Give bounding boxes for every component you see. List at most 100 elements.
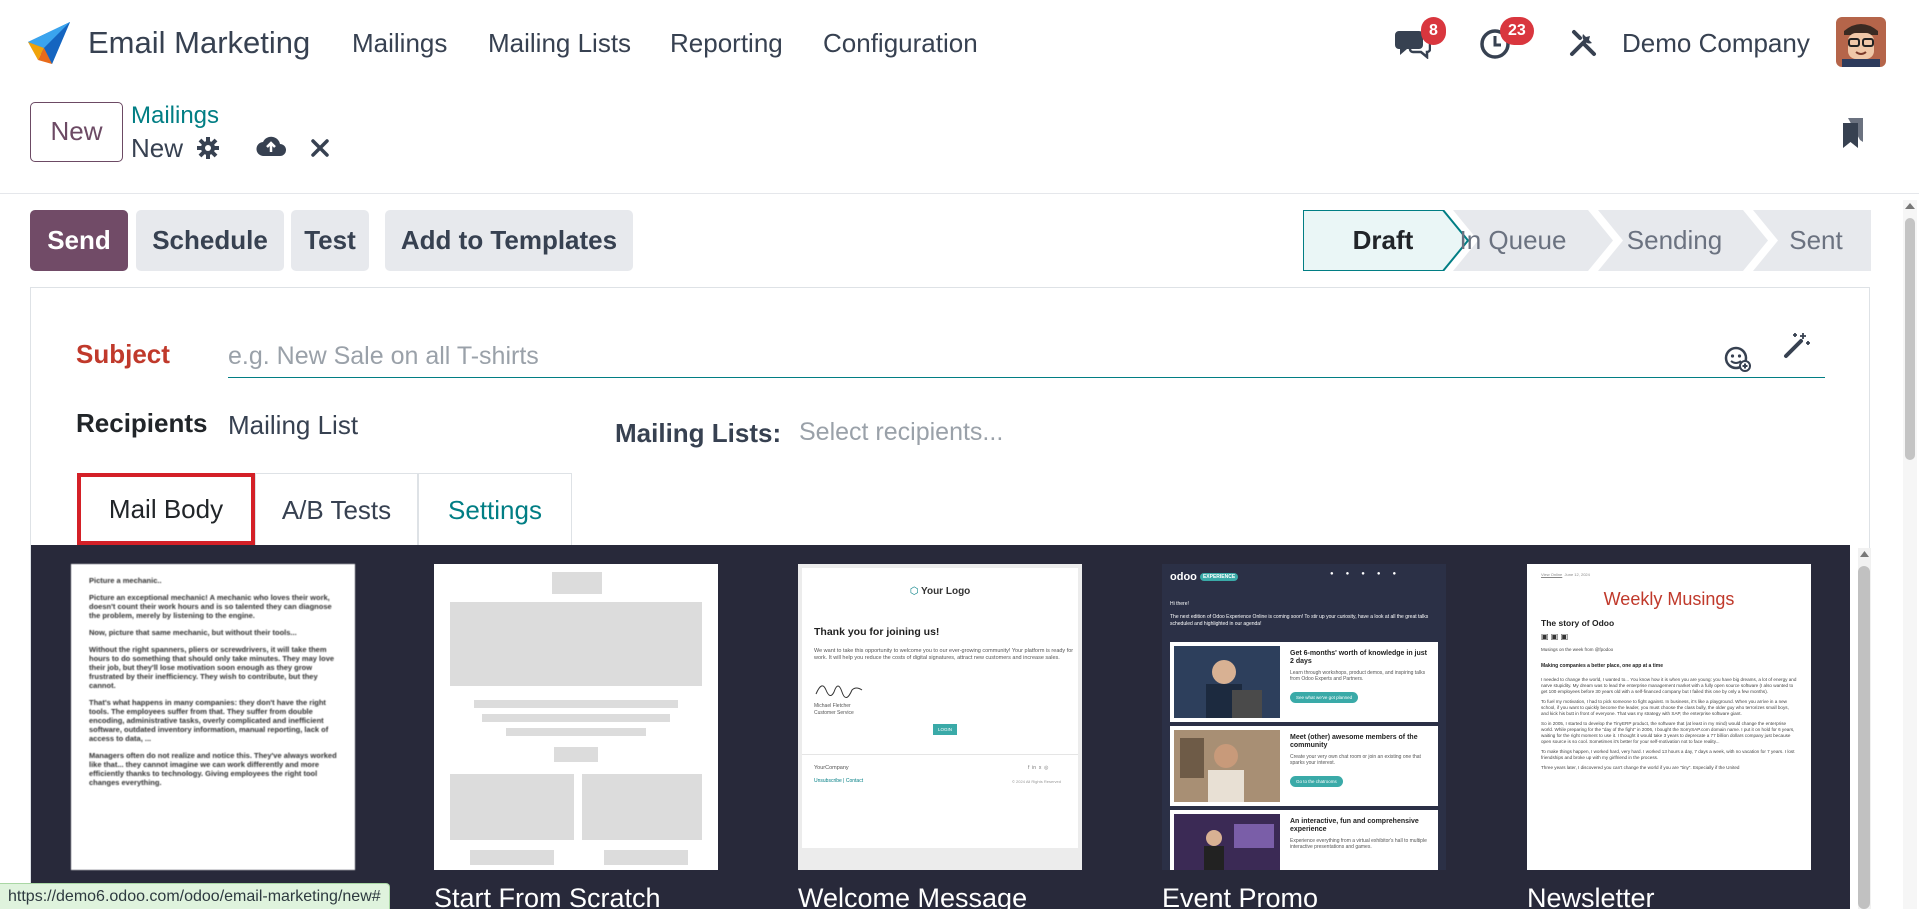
- newsletter-from: Musings on the week from @fpodoo: [1541, 647, 1614, 652]
- welcome-divider: [802, 754, 1078, 755]
- page-scroll-up-arrow-icon[interactable]: [1903, 200, 1917, 212]
- welcome-social-icons: f in x ◎: [1028, 765, 1049, 771]
- tab-ab-tests[interactable]: A/B Tests: [255, 473, 418, 545]
- event-brand-tag: EXPERIENCE: [1199, 573, 1239, 582]
- event-item-1-text: Learn through workshops, product demos, …: [1290, 670, 1426, 682]
- template-text-line: Without the right spanners, pliers or sc…: [89, 645, 335, 690]
- event-brand-name: odoo: [1170, 571, 1197, 583]
- welcome-email-body: ⬡ Your Logo Thank you for joining us! We…: [802, 568, 1078, 848]
- breadcrumb-current-record: New: [131, 133, 184, 163]
- newsletter-subtitle: The story of Odoo: [1541, 618, 1615, 628]
- event-item-2-button: Go to the chatrooms: [1290, 776, 1343, 787]
- event-item-3-title: An interactive, fun and comprehensive ex…: [1290, 818, 1419, 833]
- company-switcher[interactable]: Demo Company: [1622, 28, 1810, 59]
- subject-input[interactable]: [228, 336, 1825, 378]
- newsletter-paragraph: Three years later, I discovered you can'…: [1541, 765, 1740, 770]
- new-record-button[interactable]: New: [30, 102, 123, 162]
- gear-icon[interactable]: [196, 136, 220, 160]
- template-name-welcome-message[interactable]: Welcome Message: [798, 883, 1027, 909]
- template-name-newsletter[interactable]: Newsletter: [1527, 883, 1655, 909]
- page-scrollbar-thumb[interactable]: [1905, 218, 1915, 460]
- newsletter-title: Weekly Musings: [1603, 589, 1735, 609]
- event-item-1-title: Get 6-months' worth of knowledge in just…: [1290, 650, 1427, 665]
- stage-sent[interactable]: Sent: [1768, 210, 1864, 271]
- welcome-company: YourCompany: [814, 765, 849, 771]
- test-button[interactable]: Test: [291, 210, 369, 271]
- knowledge-bookmark-icon[interactable]: [1841, 117, 1865, 149]
- save-cloud-upload-icon[interactable]: [256, 134, 286, 158]
- welcome-login-button: LOGIN: [933, 724, 957, 735]
- newsletter-social-icons: ▣ ▣ ▣: [1541, 632, 1569, 641]
- event-social-icons: ●●●●●: [1330, 571, 1409, 577]
- template-card-plain-text[interactable]: Picture a mechanic.. Picture an exceptio…: [71, 564, 355, 870]
- event-community-photo: [1174, 730, 1280, 802]
- newsletter-section: Making companies a better place, one app…: [1541, 663, 1663, 669]
- mailing-lists-label: Mailing Lists:: [615, 418, 782, 448]
- event-greeting: Hi there!: [1170, 601, 1189, 607]
- newsletter-paragraph: I needed to change the world, I wanted t…: [1541, 677, 1797, 694]
- tab-mail-body[interactable]: Mail Body: [77, 473, 255, 545]
- template-text-line: That's what happens in many companies: t…: [89, 698, 329, 743]
- event-stage-photo: [1174, 814, 1280, 870]
- debug-tools-icon[interactable]: [1569, 29, 1597, 57]
- app-name[interactable]: Email Marketing: [88, 25, 310, 61]
- newsletter-paragraph: To make things happen, I worked hard, ve…: [1541, 749, 1795, 760]
- stage-in-queue[interactable]: In Queue: [1443, 210, 1583, 271]
- template-card-event-promo[interactable]: odoo EXPERIENCE ●●●●● Hi there! The next…: [1162, 564, 1446, 870]
- welcome-signer-role: Customer Service: [814, 710, 854, 716]
- scratch-layout-wireframe: [450, 572, 702, 865]
- discard-close-icon[interactable]: [311, 139, 329, 157]
- event-item-2-title: Meet (other) awesome members of the comm…: [1290, 734, 1418, 749]
- recipients-model-select[interactable]: Mailing List: [228, 410, 358, 441]
- signature-icon: [815, 685, 863, 698]
- stage-draft[interactable]: Draft: [1303, 210, 1463, 271]
- editor-scroll-up-arrow-icon[interactable]: [1858, 548, 1871, 560]
- emoji-picker-icon[interactable]: [1723, 344, 1751, 372]
- event-speaker-photo: [1174, 646, 1280, 718]
- add-to-templates-button[interactable]: Add to Templates: [385, 210, 633, 271]
- stage-sending[interactable]: Sending: [1602, 210, 1747, 271]
- email-marketing-app-icon[interactable]: [26, 20, 72, 66]
- event-item-3: An interactive, fun and comprehensive ex…: [1170, 810, 1438, 870]
- menu-reporting[interactable]: Reporting: [670, 28, 783, 59]
- browser-status-url: https://demo6.odoo.com/odoo/email-market…: [0, 883, 390, 909]
- recipients-label: Recipients: [76, 408, 208, 438]
- menu-mailing-lists[interactable]: Mailing Lists: [488, 28, 631, 59]
- event-item-2: Meet (other) awesome members of the comm…: [1170, 726, 1438, 806]
- welcome-footer-links: Unsubscribe | Contact: [814, 778, 864, 784]
- newsletter-paragraph: To fuel my motivation, I had to pick som…: [1541, 699, 1789, 716]
- template-name-event-promo[interactable]: Event Promo: [1162, 883, 1318, 909]
- event-item-1: Get 6-months' worth of knowledge in just…: [1170, 642, 1438, 722]
- logo-text: Your Logo: [921, 586, 971, 597]
- mailing-lists-input[interactable]: Select recipients...: [799, 418, 1003, 447]
- activities-badge: 23: [1500, 17, 1534, 45]
- newsletter-view-online: View Online: [1541, 572, 1563, 577]
- tab-settings[interactable]: Settings: [418, 473, 572, 545]
- newsletter-date: June 12, 2024: [1564, 572, 1590, 577]
- schedule-button[interactable]: Schedule: [136, 210, 284, 271]
- welcome-heading: Thank you for joining us!: [814, 626, 940, 638]
- template-card-newsletter[interactable]: View Online June 12, 2024 Weekly Musings…: [1527, 564, 1811, 870]
- template-text-line: Managers often do not realize and notice…: [89, 751, 337, 787]
- editor-scrollbar-thumb[interactable]: [1858, 566, 1870, 909]
- event-item-3-text: Experience everything from a virtual exh…: [1290, 838, 1427, 850]
- template-text-line: Picture a mechanic..: [89, 576, 162, 585]
- menu-configuration[interactable]: Configuration: [823, 28, 978, 59]
- header-divider: [0, 193, 1919, 194]
- newsletter-paragraph: So in 2005, I started to develop the Tin…: [1541, 721, 1795, 744]
- template-card-welcome-message[interactable]: ⬡ Your Logo Thank you for joining us! We…: [798, 564, 1082, 870]
- logo-mark-icon: ⬡: [909, 586, 922, 597]
- event-item-1-button: See what we've got planned: [1290, 692, 1359, 703]
- messages-badge: 8: [1421, 17, 1446, 45]
- template-card-start-from-scratch[interactable]: [434, 564, 718, 870]
- ai-magic-wand-icon[interactable]: [1783, 331, 1811, 359]
- welcome-text: We want to take this opportunity to welc…: [814, 648, 1074, 661]
- menu-mailings[interactable]: Mailings: [352, 28, 447, 59]
- welcome-logo: ⬡ Your Logo: [802, 586, 1078, 597]
- newsletter-header: View Online June 12, 2024: [1541, 570, 1797, 579]
- user-avatar[interactable]: [1836, 17, 1886, 67]
- template-name-start-from-scratch[interactable]: Start From Scratch: [434, 883, 661, 909]
- breadcrumb-mailings[interactable]: Mailings: [131, 102, 219, 130]
- send-button[interactable]: Send: [30, 210, 128, 271]
- top-navbar: Email Marketing Mailings Mailing Lists R…: [0, 0, 1919, 84]
